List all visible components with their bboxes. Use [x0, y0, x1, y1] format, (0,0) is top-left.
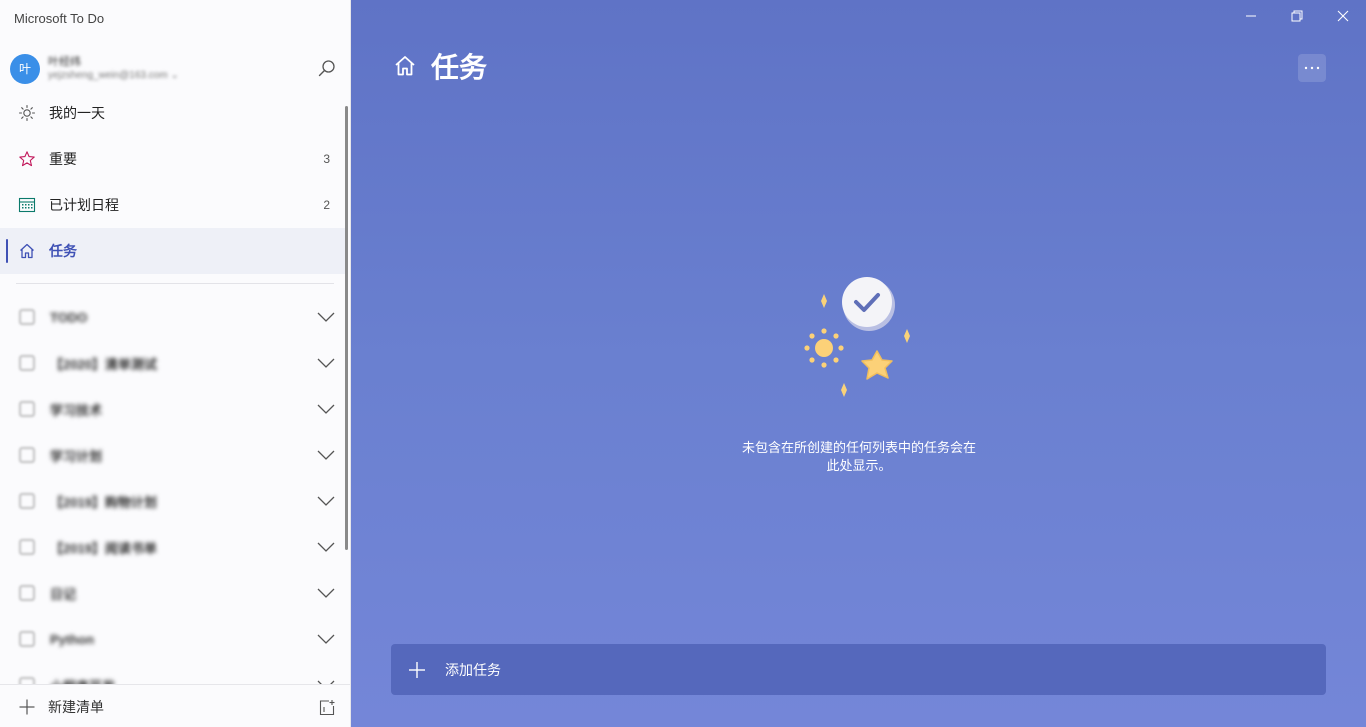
page-title: 任务: [431, 52, 488, 83]
nav-item-label: 已计划日程: [49, 197, 119, 213]
chevron-down-icon[interactable]: [316, 400, 336, 418]
custom-lists: TODO 【2020】清单测试 学习技术 学习计划 【2019】购物计划 【20…: [0, 294, 348, 684]
window-controls: [1228, 0, 1366, 32]
list-item-label: 学习计划: [50, 448, 103, 464]
list-item[interactable]: 【2019】购物计划: [0, 478, 348, 524]
sidebar-footer: 新建清单: [0, 684, 350, 727]
nav-item-tasks[interactable]: 任务: [0, 228, 348, 274]
nav-item-label: 重要: [49, 151, 77, 167]
list-icon: [18, 400, 36, 418]
star-icon: [18, 150, 36, 168]
list-item[interactable]: TODO: [0, 294, 348, 340]
new-list-button[interactable]: 新建清单: [18, 695, 104, 719]
sun-icon: [18, 104, 36, 122]
list-icon: [18, 492, 36, 510]
list-item[interactable]: 【2019】阅读书单: [0, 524, 348, 570]
list-item-label: 日记: [50, 586, 77, 602]
chevron-down-icon[interactable]: [316, 676, 336, 684]
app-title: Microsoft To Do: [14, 11, 105, 26]
list-item[interactable]: 【2020】清单测试: [0, 340, 348, 386]
account-switcher[interactable]: 叶 叶经纬 yejzsheng_wein@163.com ⌄: [10, 52, 340, 86]
close-button[interactable]: [1320, 0, 1366, 32]
account-email: yejzsheng_wein@163.com ⌄: [48, 70, 179, 81]
smart-lists: 我的一天 重要 3 已计划日程 2 任务: [0, 90, 348, 274]
account-name: 叶经纬: [48, 56, 81, 68]
plus-icon: [409, 661, 425, 678]
list-item-label: 小程序开发: [50, 676, 115, 685]
list-item-label: TODO: [50, 309, 88, 325]
list-header: 任务: [393, 48, 487, 84]
nav-item-my-day[interactable]: 我的一天: [0, 90, 348, 136]
nav-item-important[interactable]: 重要 3: [0, 136, 348, 182]
list-item-label: 【2020】清单测试: [50, 356, 157, 372]
home-icon: [395, 56, 415, 76]
list-item-label: Python: [50, 631, 95, 647]
list-icon: [18, 446, 36, 464]
list-item[interactable]: 学习计划: [0, 432, 348, 478]
nav-item-label: 任务: [49, 243, 77, 259]
calendar-icon: [18, 196, 36, 214]
main-pane: 任务 未包含在所创建的任何列表中的任务会在 此处显示。 添加任务: [351, 0, 1366, 727]
list-icon: [18, 676, 36, 684]
nav-item-count: 2: [323, 198, 330, 212]
new-list-label: 新建清单: [48, 699, 104, 715]
chevron-down-icon[interactable]: [316, 538, 336, 556]
minimize-button[interactable]: [1228, 0, 1274, 32]
new-group-button[interactable]: [318, 699, 336, 717]
nav-item-count: 3: [323, 152, 330, 166]
avatar[interactable]: 叶: [10, 54, 40, 84]
search-button[interactable]: [316, 58, 338, 80]
home-icon: [18, 242, 36, 260]
new-group-icon: [319, 700, 335, 716]
empty-state-line-1: 未包含在所创建的任何列表中的任务会在: [741, 440, 976, 455]
sidebar: Microsoft To Do 叶 叶经纬 yejzsheng_wein@163…: [0, 0, 351, 727]
chevron-down-icon[interactable]: [316, 446, 336, 464]
list-icon: [18, 354, 36, 372]
more-icon: [1304, 66, 1320, 70]
empty-state-line-2: 此处显示。: [826, 458, 892, 473]
list-icon: [18, 630, 36, 648]
divider: [16, 283, 334, 284]
add-task-label: 添加任务: [445, 661, 501, 678]
empty-state-illustration: [797, 272, 923, 406]
restore-icon: [1291, 10, 1303, 22]
list-item-label: 学习技术: [50, 402, 103, 418]
list-item[interactable]: 小程序开发: [0, 662, 348, 684]
plus-icon: [19, 699, 35, 715]
chevron-down-icon[interactable]: [316, 584, 336, 602]
restore-button[interactable]: [1274, 0, 1320, 32]
list-item[interactable]: 日记: [0, 570, 348, 616]
chevron-down-icon[interactable]: [316, 492, 336, 510]
search-icon: [318, 60, 335, 77]
chevron-down-icon[interactable]: [316, 308, 336, 326]
close-icon: [1337, 10, 1349, 22]
list-item[interactable]: 学习技术: [0, 386, 348, 432]
list-icon: [18, 584, 36, 602]
minimize-icon: [1246, 15, 1256, 17]
more-options-button[interactable]: [1298, 54, 1326, 82]
list-item[interactable]: Python: [0, 616, 348, 662]
chevron-down-icon[interactable]: [316, 354, 336, 372]
list-icon: [18, 538, 36, 556]
sidebar-scrollbar[interactable]: [345, 106, 348, 550]
nav-item-label: 我的一天: [49, 105, 105, 121]
empty-state-message: 未包含在所创建的任何列表中的任务会在 此处显示。: [711, 439, 1007, 475]
chevron-down-icon[interactable]: [316, 630, 336, 648]
list-icon: [18, 308, 36, 326]
nav-item-planned[interactable]: 已计划日程 2: [0, 182, 348, 228]
list-item-label: 【2019】购物计划: [50, 494, 157, 510]
list-item-label: 【2019】阅读书单: [50, 540, 157, 556]
add-task-input[interactable]: 添加任务: [391, 644, 1326, 695]
